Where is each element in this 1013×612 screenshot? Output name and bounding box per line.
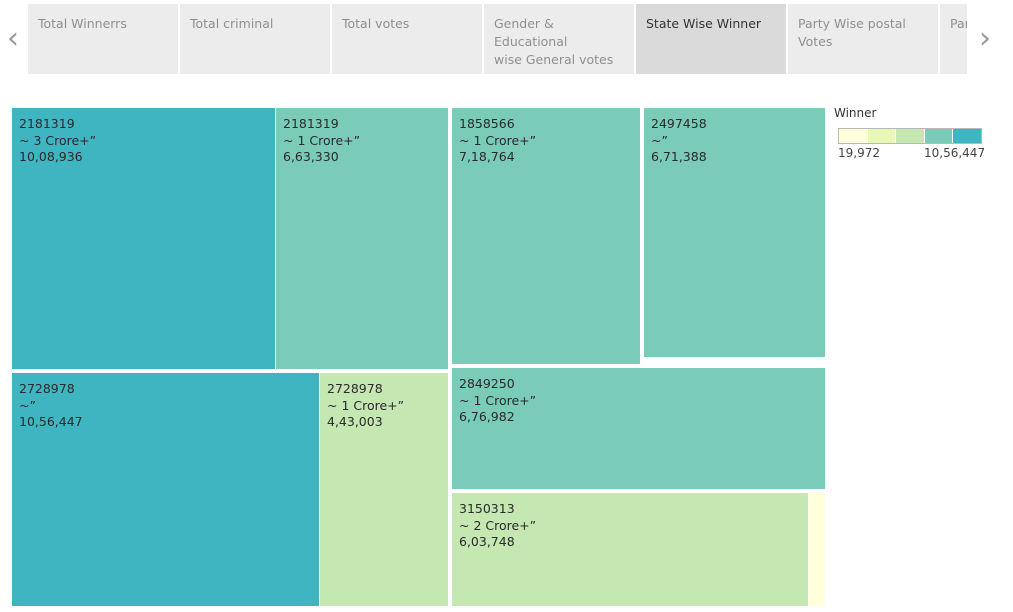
tile-line: ~” [651,132,668,148]
tile-line: 6,76,982 [459,409,515,424]
tile-line: 2849250 [459,376,515,391]
tile-line: ~ 1 Crore+” [283,132,361,148]
tile-line: ~ 1 Crore+” [327,397,405,413]
tile-line: 10,56,447 [19,414,83,429]
treemap-tile[interactable]: 2728978 ~” 10,56,447 [12,373,319,606]
tab-label: Par [950,16,967,31]
tile-line: 2497458 [651,116,707,131]
tab-label: Party Wise postal [798,16,906,31]
tab-total-criminal[interactable]: Total criminal [180,4,330,74]
tile-line: ~ 1 Crore+” [459,132,537,148]
tab-label: Total votes [342,16,410,31]
treemap-tile[interactable] [809,493,825,606]
legend-swatch [953,129,981,143]
tab-gender-educational-votes[interactable]: Gender & Educational wise General votes [484,4,634,74]
tile-line: 2181319 [19,116,75,131]
tab-label: Total criminal [190,16,274,31]
legend-max-label: 10,56,447 [924,146,986,160]
chevron-right-icon[interactable]: › [972,22,998,56]
legend-swatch [839,129,868,143]
tab-partial[interactable]: Par [940,4,967,74]
tab-label: Gender & Educational [494,16,568,49]
treemap-tile[interactable]: 3150313 ~ 2 Crore+” 6,03,748 [452,493,808,606]
treemap-tile[interactable]: 2849250 ~ 1 Crore+” 6,76,982 [452,368,825,489]
tab-label: Total Winnerrs [38,16,127,31]
tab-party-wise-postal-votes[interactable]: Party Wise postal Votes [788,4,938,74]
tile-line: 4,43,003 [327,414,383,429]
tab-label: Votes [798,34,833,49]
tile-line: 6,71,388 [651,149,707,164]
dashboard-tab-strip: Total Winnerrs Total criminal Total vote… [28,4,967,74]
tile-line: 3150313 [459,501,515,516]
legend-title: Winner [834,106,877,120]
legend-swatch [867,129,897,143]
treemap-tile[interactable]: 2181319 ~ 3 Crore+” 10,08,936 [12,108,275,369]
legend-min-label: 19,972 [838,146,880,160]
treemap-tile[interactable]: 1858566 ~ 1 Crore+” 7,18,764 [452,108,640,364]
tile-line: ~ 2 Crore+” [459,517,537,533]
tab-state-wise-winner[interactable]: State Wise Winner [636,4,786,74]
legend-swatch [896,129,925,143]
color-legend: Winner 19,972 10,56,447 [834,106,994,160]
treemap-tile[interactable]: 2497458 ~” 6,71,388 [644,108,825,357]
treemap-tile[interactable]: 2181319 ~ 1 Crore+” 6,63,330 [276,108,448,369]
tab-label: wise General votes [494,52,614,67]
tile-line: 2728978 [19,381,75,396]
tab-label: State Wise Winner [646,16,762,31]
tile-line: 10,08,936 [19,149,83,164]
tile-line: 1858566 [459,116,515,131]
tile-line: ~” [19,397,36,413]
tile-line: 6,63,330 [283,149,339,164]
tile-line: 2181319 [283,116,339,131]
tab-total-votes[interactable]: Total votes [332,4,482,74]
tile-line: ~ 1 Crore+” [459,392,537,408]
treemap-tile[interactable]: 2728978 ~ 1 Crore+” 4,43,003 [320,373,448,606]
tile-line: ~ 3 Crore+” [19,132,97,148]
tab-total-winners[interactable]: Total Winnerrs [28,4,178,74]
tile-line: 6,03,748 [459,534,515,549]
chevron-left-icon[interactable]: ‹ [0,22,26,56]
tile-line: 7,18,764 [459,149,515,164]
legend-swatch [924,129,954,143]
tile-line: 2728978 [327,381,383,396]
legend-color-scale [838,128,982,144]
